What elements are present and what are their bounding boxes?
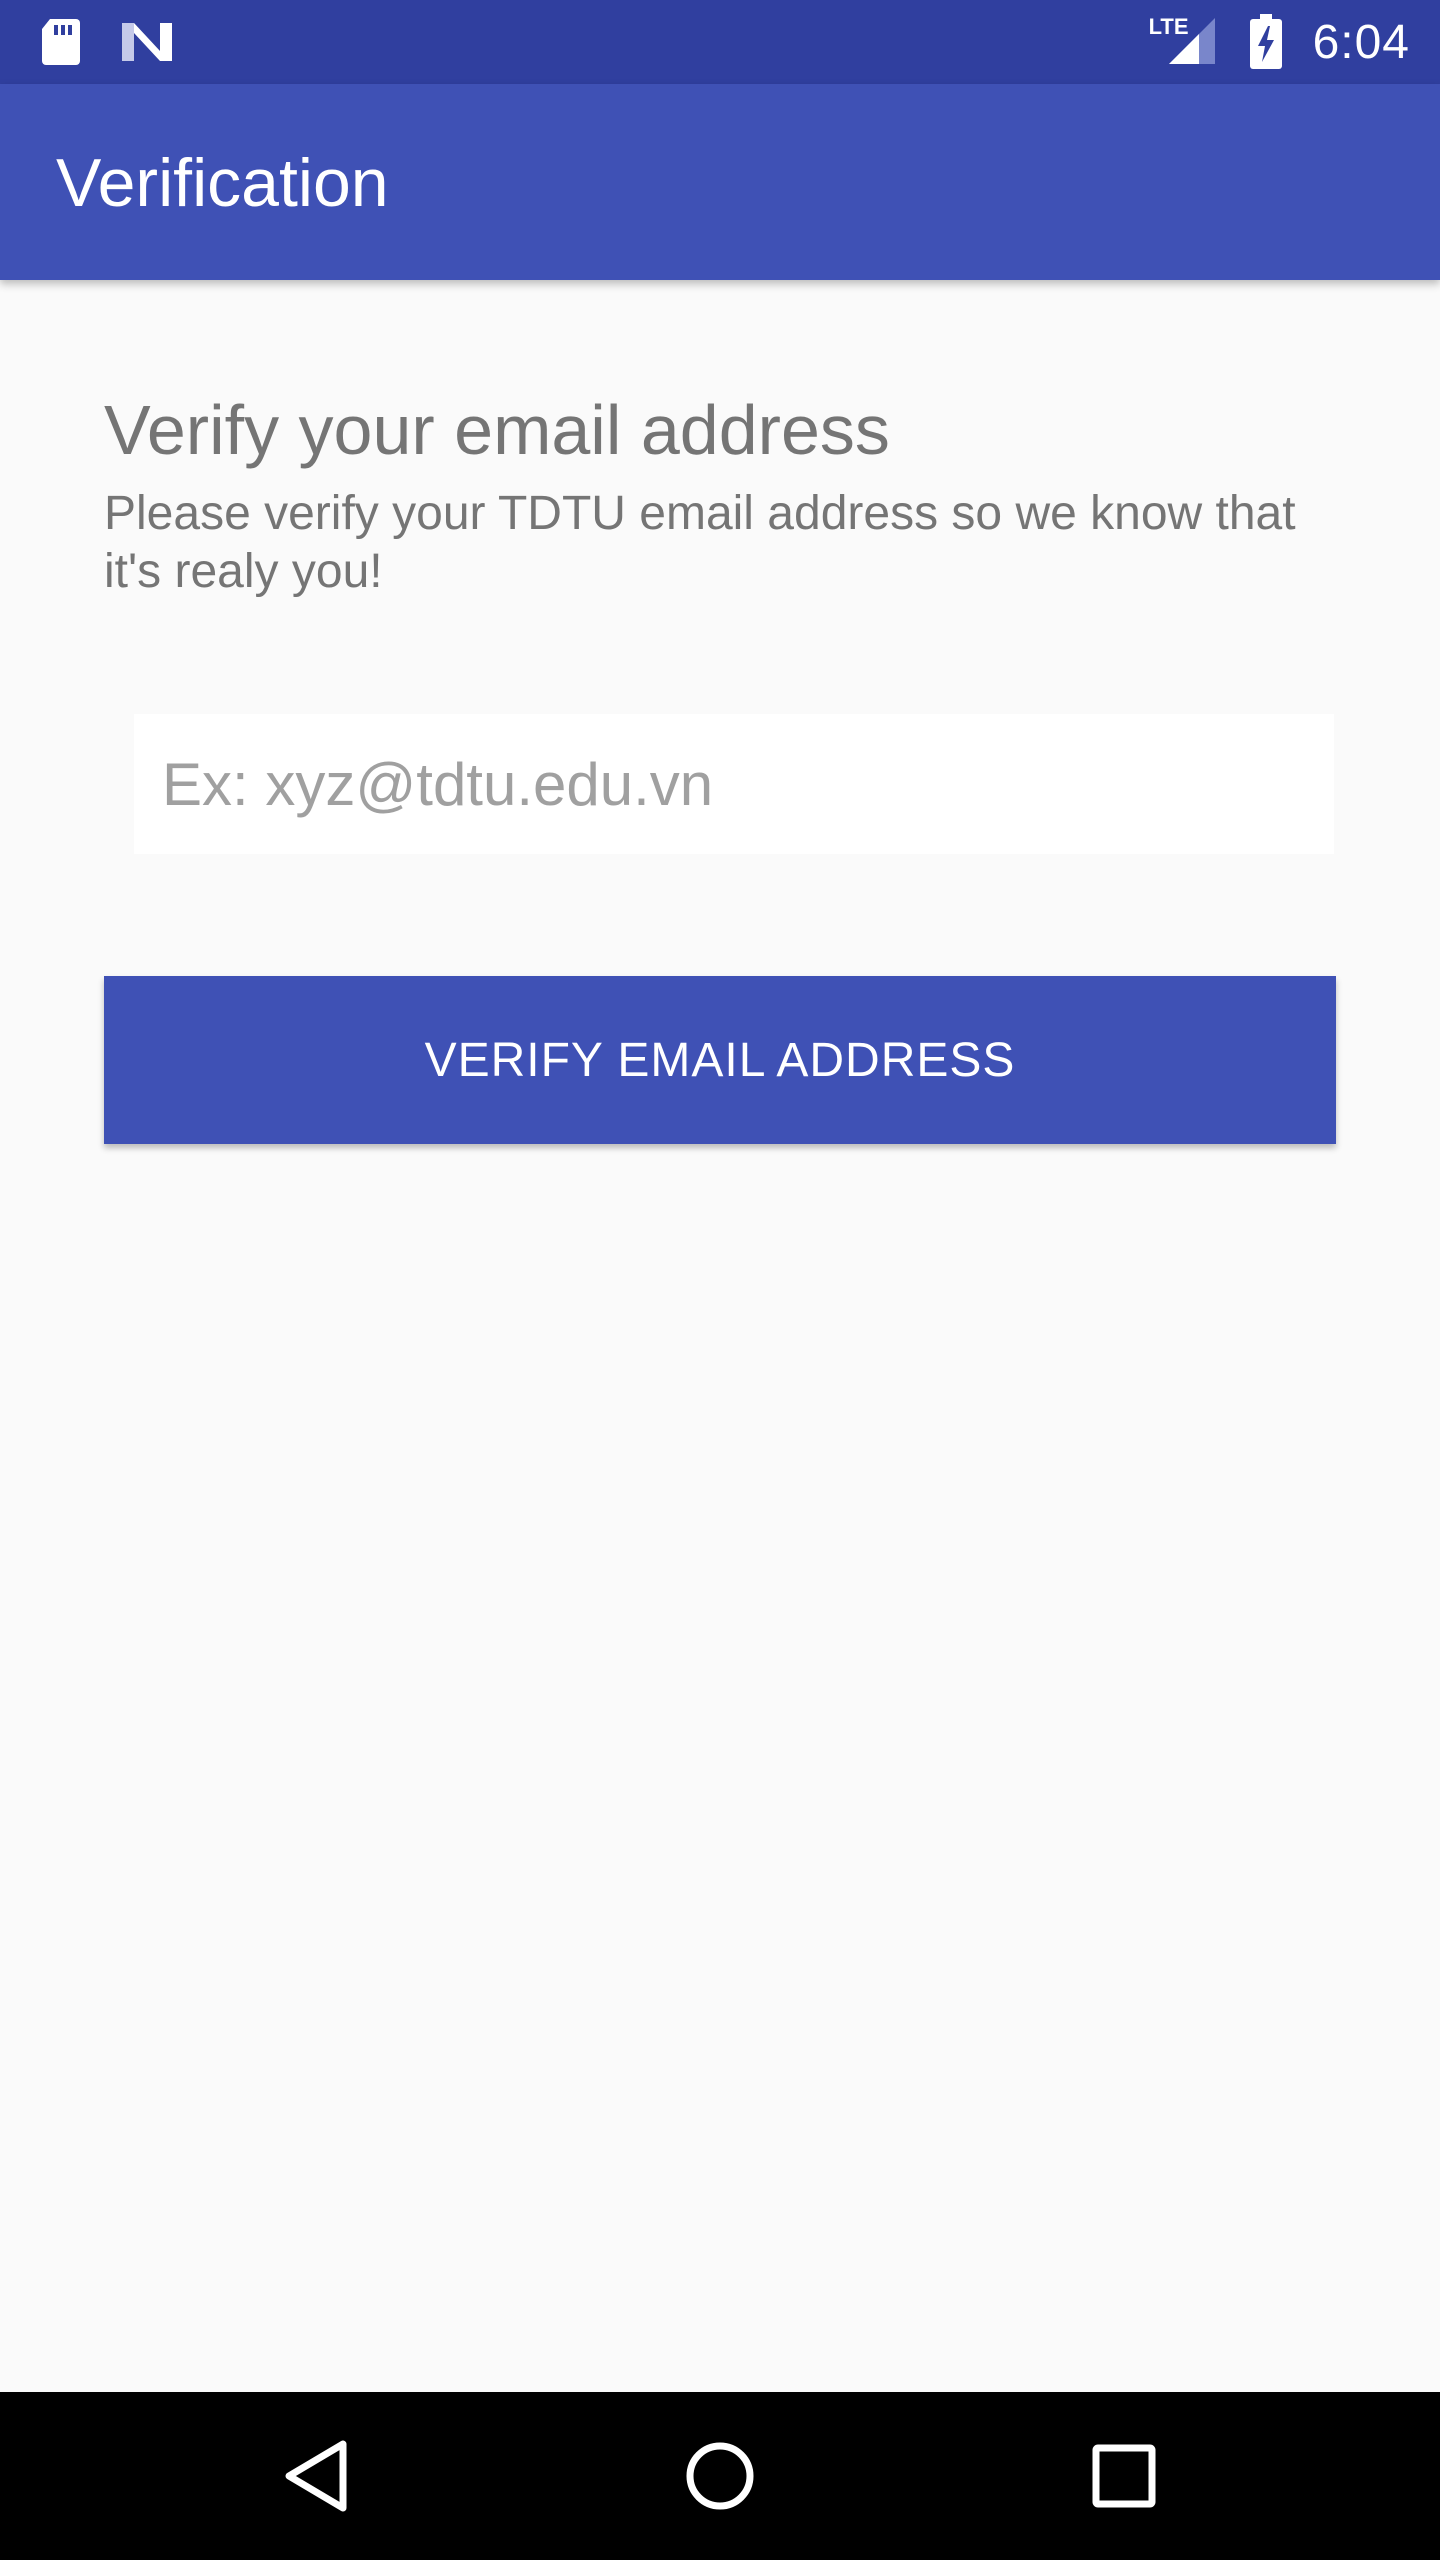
recents-button[interactable] [1074,2426,1174,2526]
status-left-icons [40,16,174,68]
back-icon [285,2440,347,2512]
network-type-label: LTE [1148,14,1189,39]
home-icon [686,2442,754,2510]
lte-signal-icon: LTE [1149,12,1219,72]
status-right-icons: LTE 6:04 [1149,0,1410,84]
home-button[interactable] [670,2426,770,2526]
status-bar: LTE 6:04 [0,0,1440,84]
sd-card-icon [40,17,82,67]
verification-screen: LTE 6:04 Verification Verify your email … [0,0,1440,2560]
verify-email-button[interactable]: VERIFY EMAIL ADDRESS [104,976,1336,1144]
navigation-bar [0,2392,1440,2560]
main-content: Verify your email address Please verify … [0,280,1440,2392]
back-button[interactable] [266,2426,366,2526]
page-description: Please verify your TDTU email address so… [104,487,1296,598]
app-title: Verification [56,145,389,221]
page-heading: Verify your email address [104,391,890,469]
status-time: 6:04 [1312,15,1410,69]
recents-icon [1092,2444,1156,2508]
email-input[interactable] [134,714,1334,854]
n-logo-icon [120,19,174,65]
battery-charging-icon [1249,14,1283,70]
app-bar: Verification [0,84,1440,280]
